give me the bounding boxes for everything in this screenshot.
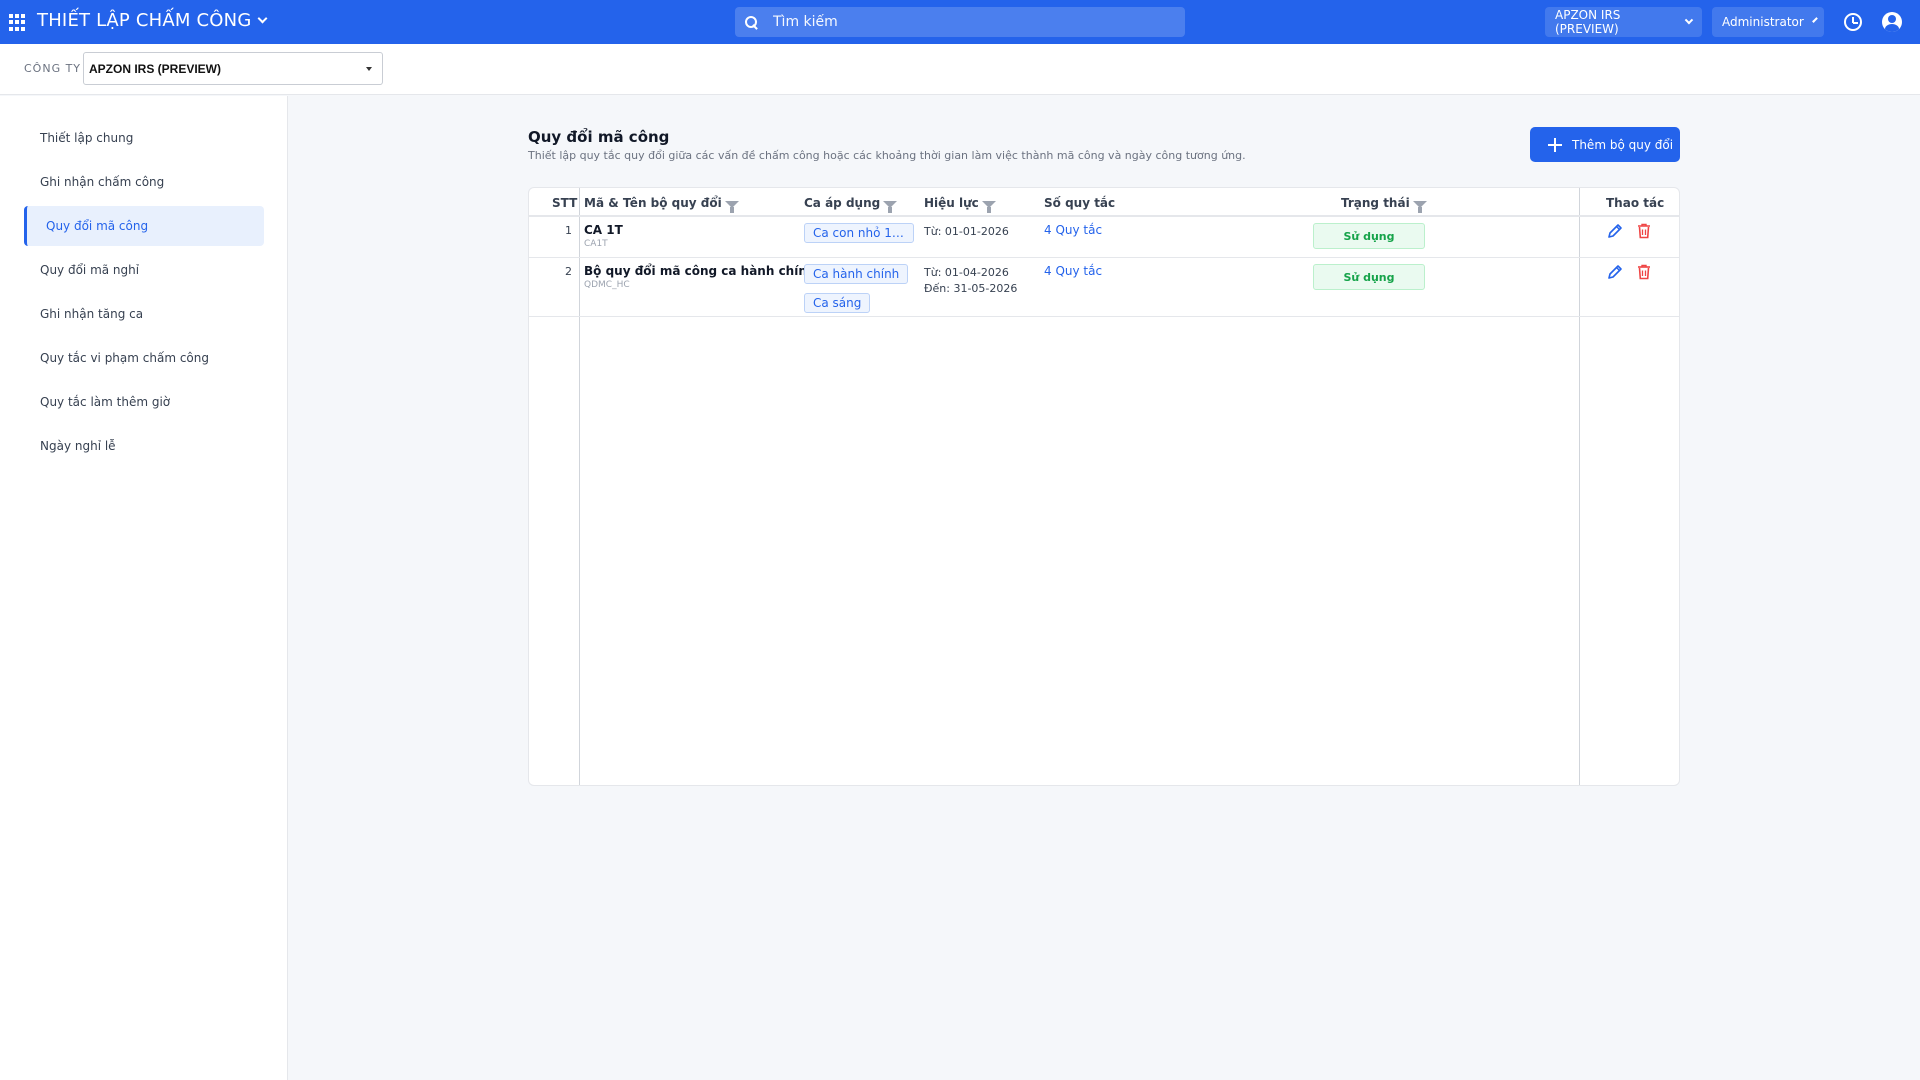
sidebar-item-label: Quy tắc vi phạm chấm công [40,351,209,365]
row-name: CA 1T [584,223,623,237]
top-bar: THIẾT LẬP CHẤM CÔNG APZON IRS (PREVIEW) … [0,0,1920,44]
shift-tag: Ca sáng [804,293,871,313]
validity-from: Từ: 01-01-2026 [924,225,1009,238]
sidebar: Thiết lập chung Ghi nhận chấm công Quy đ… [0,96,288,1080]
sidebar-item-leave-code-conversion[interactable]: Quy đổi mã nghỉ [24,250,264,290]
row-validity: Từ: 01-04-2026 Đến: 31-05-2026 [924,265,1017,297]
user-name: Administrator [1722,15,1804,29]
row-name-cell: Bộ quy đổi mã công ca hành chính QDMC_HC [584,264,815,290]
sidebar-item-label: Quy đổi mã nghỉ [40,263,140,277]
column-header-actions: Thao tác [1606,196,1665,210]
filter-icon[interactable] [1412,200,1427,213]
sidebar-item-attendance-violation-rules[interactable]: Quy tắc vi phạm chấm công [24,338,264,378]
edit-icon[interactable] [1607,264,1623,284]
filter-icon[interactable] [883,200,898,213]
row-shifts: Ca hành chính Ca sáng [804,264,909,317]
table-row[interactable]: 1 CA 1T CA1T Ca con nhỏ 1 t... Từ: 01-01… [529,217,1679,258]
apps-grid-icon[interactable] [9,14,26,31]
sidebar-item-work-code-conversion[interactable]: Quy đổi mã công [24,206,264,246]
app-title: THIẾT LẬP CHẤM CÔNG [37,10,252,31]
edit-icon[interactable] [1607,223,1623,243]
company-switcher[interactable]: APZON IRS (PREVIEW) [1545,7,1702,37]
trash-icon[interactable] [1637,264,1651,284]
rules-count-link[interactable]: 4 Quy tắc [1044,264,1102,278]
add-conversion-set-button[interactable]: Thêm bộ quy đổi [1530,127,1680,162]
filter-icon[interactable] [724,200,739,213]
user-avatar-icon[interactable] [1882,12,1902,32]
filter-icon[interactable] [981,200,996,213]
sidebar-item-overtime-rules[interactable]: Quy tắc làm thêm giờ [24,382,264,422]
status-badge: Sử dụng [1313,223,1425,249]
validity-to: Đến: 31-05-2026 [924,282,1018,295]
row-name-cell: CA 1T CA1T [584,223,623,249]
validity-from: Từ: 01-04-2026 [924,266,1009,279]
sidebar-item-attendance-recording[interactable]: Ghi nhận chấm công [24,162,264,202]
company-label: CÔNG TY [24,62,82,75]
sidebar-item-label: Ngày nghỉ lễ [40,439,116,453]
company-bar: CÔNG TY APZON IRS (PREVIEW) [0,44,1920,95]
column-header-validity: Hiệu lực [924,196,996,213]
search-icon [745,15,758,29]
app-title-menu[interactable]: THIẾT LẬP CHẤM CÔNG [37,10,268,31]
row-stt: 1 [565,224,572,237]
sidebar-item-label: Ghi nhận tăng ca [40,307,144,321]
conversion-table: STT Mã & Tên bộ quy đổi Ca áp dụng Hiệu … [528,187,1680,786]
row-stt: 2 [565,265,572,278]
search-input[interactable] [773,14,1153,30]
sidebar-item-label: Thiết lập chung [40,131,134,145]
row-validity: Từ: 01-01-2026 [924,224,1009,240]
company-switcher-label: APZON IRS (PREVIEW) [1555,8,1621,36]
sidebar-item-label: Quy tắc làm thêm giờ [40,395,171,409]
sidebar-item-general-settings[interactable]: Thiết lập chung [24,118,264,158]
column-header-name: Mã & Tên bộ quy đổi [584,196,739,213]
column-header-stt: STT [552,196,578,210]
chevron-down-icon [1685,15,1694,25]
chevron-down-icon [1811,17,1818,23]
add-button-label: Thêm bộ quy đổi [1572,137,1674,152]
table-header: STT Mã & Tên bộ quy đổi Ca áp dụng Hiệu … [529,188,1679,217]
page-title: Quy đổi mã công [528,128,670,146]
table-row[interactable]: 2 Bộ quy đổi mã công ca hành chính QDMC_… [529,258,1679,317]
sidebar-item-overtime-recording[interactable]: Ghi nhận tăng ca [24,294,264,334]
row-name: Bộ quy đổi mã công ca hành chính [584,264,816,278]
caret-down-icon [366,67,372,71]
trash-icon[interactable] [1637,223,1651,243]
column-header-shift: Ca áp dụng [804,196,898,213]
history-icon[interactable] [1844,13,1862,31]
sidebar-item-label: Quy đổi mã công [46,219,149,233]
chevron-down-icon [258,13,268,24]
status-badge: Sử dụng [1313,264,1425,290]
company-select[interactable]: APZON IRS (PREVIEW) [83,52,383,85]
shift-tag: Ca hành chính [804,264,909,284]
search-box[interactable] [735,7,1185,37]
shift-tag: Ca con nhỏ 1 t... [804,223,914,243]
user-menu[interactable]: Administrator [1712,7,1824,37]
row-code: QDMC_HC [584,280,630,290]
row-code: CA1T [584,239,608,249]
row-shifts: Ca con nhỏ 1 t... [804,223,914,247]
rules-count-link[interactable]: 4 Quy tắc [1044,223,1102,237]
page-description: Thiết lập quy tắc quy đổi giữa các vấn đ… [528,149,1246,162]
column-header-status: Trạng thái [1341,196,1427,213]
plus-icon [1548,137,1562,152]
company-select-value: APZON IRS (PREVIEW) [89,61,222,76]
sidebar-item-holidays[interactable]: Ngày nghỉ lễ [24,426,264,466]
sidebar-item-label: Ghi nhận chấm công [40,175,165,189]
column-header-rules: Số quy tắc [1044,196,1116,210]
